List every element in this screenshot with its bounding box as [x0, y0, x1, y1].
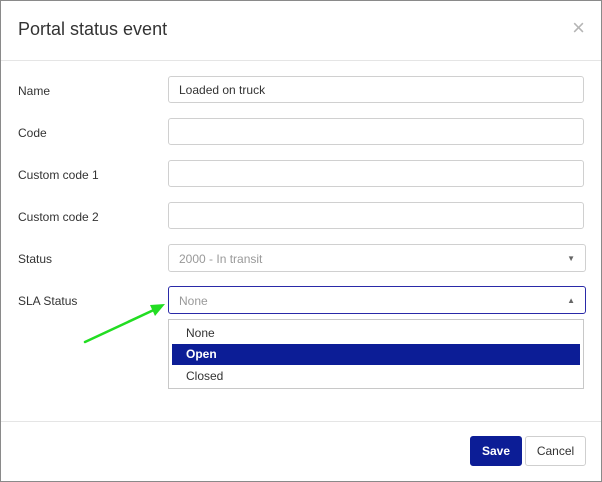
code-label: Code [18, 126, 47, 140]
sla-option-none[interactable]: None [172, 323, 580, 344]
sla-status-row: SLA Status None ▲ [1, 286, 601, 316]
cancel-button[interactable]: Cancel [525, 436, 586, 466]
close-icon[interactable]: × [572, 16, 585, 40]
name-label: Name [18, 84, 51, 98]
custom-code-2-input[interactable] [168, 202, 584, 229]
dialog-header: Portal status event × [1, 1, 601, 61]
code-row: Code [1, 118, 601, 148]
custom-code-1-label: Custom code 1 [18, 168, 99, 182]
name-input[interactable] [168, 76, 584, 103]
name-row: Name [1, 76, 601, 106]
caret-up-icon: ▲ [567, 296, 575, 305]
dialog-footer: Save Cancel [1, 421, 601, 482]
custom-code-2-label: Custom code 2 [18, 210, 99, 224]
status-select[interactable]: 2000 - In transit ▼ [168, 244, 586, 272]
code-input[interactable] [168, 118, 584, 145]
custom-code-1-input[interactable] [168, 160, 584, 187]
sla-status-label: SLA Status [18, 294, 78, 308]
dialog-title: Portal status event [18, 19, 168, 39]
caret-down-icon: ▼ [567, 254, 575, 263]
sla-status-dropdown: None Open Closed [168, 319, 584, 389]
save-button[interactable]: Save [470, 436, 522, 466]
sla-status-select[interactable]: None ▲ [168, 286, 586, 314]
custom-code-2-row: Custom code 2 [1, 202, 601, 232]
status-label: Status [18, 252, 53, 266]
status-select-value: 2000 - In transit [179, 252, 263, 266]
custom-code-1-row: Custom code 1 [1, 160, 601, 190]
status-row: Status 2000 - In transit ▼ [1, 244, 601, 274]
sla-option-open[interactable]: Open [172, 344, 580, 365]
portal-status-event-dialog: Portal status event × Name Code Custom c… [0, 0, 602, 482]
sla-status-select-value: None [179, 294, 208, 308]
sla-option-closed[interactable]: Closed [172, 366, 580, 387]
